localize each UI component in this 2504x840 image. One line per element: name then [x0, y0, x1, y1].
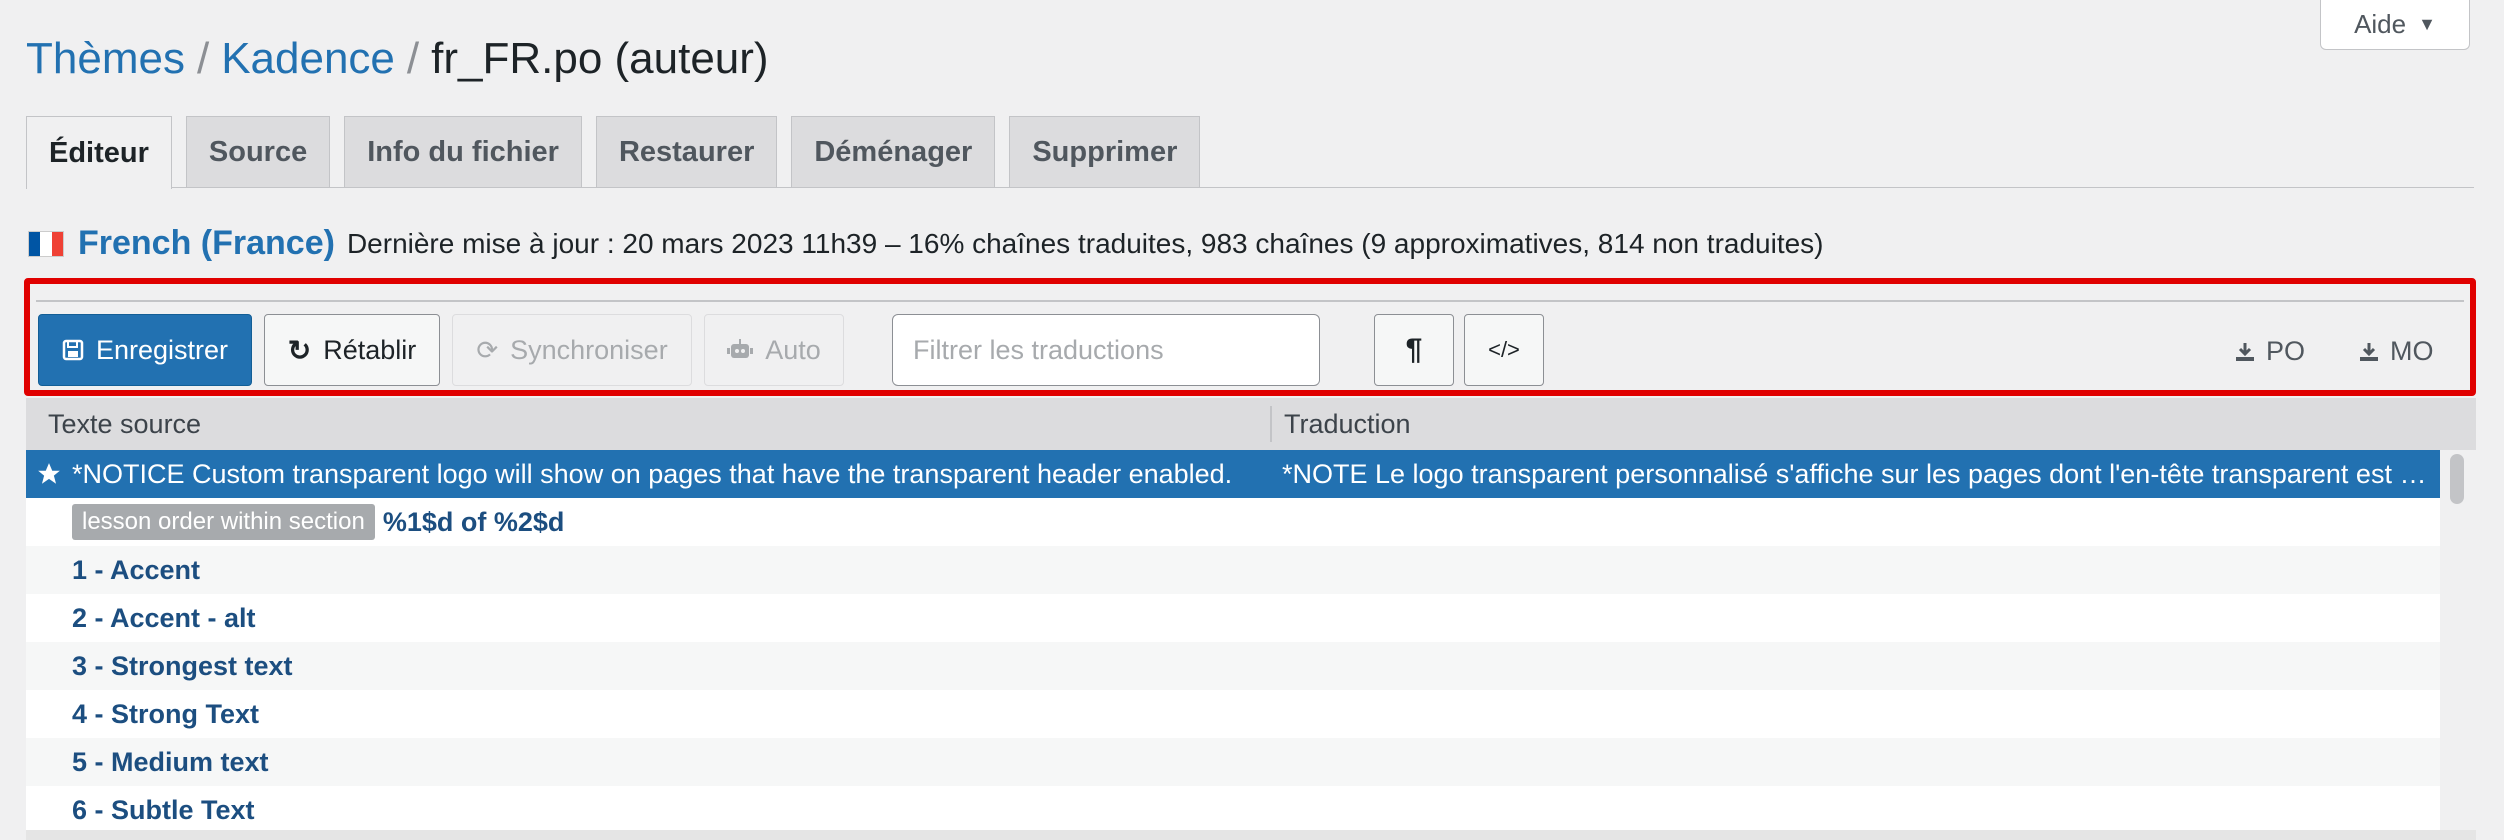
translation-grid: Texte source Traduction *NOTICE Custom t… [26, 398, 2476, 840]
table-row[interactable]: *NOTICE Custom transparent logo will sho… [26, 450, 2440, 498]
breadcrumb-separator: / [196, 34, 210, 83]
caret-down-icon: ▼ [2418, 14, 2436, 34]
download-icon [2236, 342, 2254, 361]
auto-label: Auto [765, 334, 821, 365]
save-button[interactable]: Enregistrer [38, 314, 252, 386]
locale-name[interactable]: French (France) [78, 224, 335, 263]
help-label: Aide [2354, 9, 2407, 39]
source-text: 5 - Medium text [72, 746, 269, 777]
source-text: 1 - Accent [72, 554, 201, 585]
auto-translate-button[interactable]: Auto [704, 314, 844, 386]
robot-icon [727, 339, 754, 358]
table-row[interactable]: 4 - Strong Text [26, 690, 2440, 738]
tab-delete[interactable]: Supprimer [1009, 116, 1201, 187]
locale-status: Dernière mise à jour : 20 mars 2023 11h3… [346, 227, 1824, 259]
breadcrumb-themes-link[interactable]: Thèmes [26, 34, 185, 84]
table-row[interactable]: lesson order within section %1$d of %2$d [26, 498, 2440, 546]
grid-scrollbar[interactable] [2440, 450, 2476, 840]
toggle-code-view-button[interactable]: </> [1464, 314, 1544, 386]
context-badge: lesson order within section [72, 504, 375, 540]
filter-input[interactable] [892, 314, 1320, 386]
grid-resize-bar[interactable] [26, 830, 2476, 840]
revert-button[interactable]: ↻ Rétablir [264, 314, 440, 386]
breadcrumb-kadence-link[interactable]: Kadence [221, 34, 395, 84]
table-row[interactable]: 5 - Medium text [26, 738, 2440, 786]
tab-file-info[interactable]: Info du fichier [344, 116, 582, 187]
tab-editor[interactable]: Éditeur [26, 116, 172, 189]
pilcrow-icon: ¶ [1405, 333, 1423, 366]
breadcrumb: Thèmes / Kadence / fr_FR.po (auteur) [26, 34, 769, 84]
table-row[interactable]: 3 - Strongest text [26, 642, 2440, 690]
column-resize-handle[interactable] [1270, 406, 1272, 442]
source-text: 4 - Strong Text [72, 698, 260, 729]
grid-header: Texte source Traduction [26, 398, 2476, 450]
source-text: 2 - Accent - alt [72, 602, 256, 633]
editor-toolbar: Enregistrer ↻ Rétablir ⟳ Synchroniser Au… [24, 278, 2476, 396]
save-label: Enregistrer [95, 334, 229, 365]
table-row[interactable]: 6 - Subtle Text [26, 786, 2440, 834]
source-text: *NOTICE Custom transparent logo will sho… [72, 458, 1233, 489]
translation-text: *NOTE Le logo transparent personnalisé s… [1282, 458, 2440, 489]
mo-label: MO [2390, 336, 2434, 366]
po-label: PO [2266, 336, 2306, 366]
revert-label: Rétablir [323, 334, 417, 365]
download-icon [2360, 342, 2378, 361]
code-icon: </> [1488, 337, 1520, 362]
tab-bar: Éditeur Source Info du fichier Restaurer… [26, 116, 1201, 189]
help-button[interactable]: Aide ▼ [2320, 0, 2470, 50]
source-column-header[interactable]: Texte source [26, 409, 1270, 440]
scrollbar-thumb[interactable] [2450, 454, 2464, 504]
source-text: %1$d of %2$d [382, 506, 565, 537]
table-row[interactable]: 2 - Accent - alt [26, 594, 2440, 642]
sync-label: Synchroniser [510, 334, 668, 365]
tab-source[interactable]: Source [185, 116, 331, 187]
translation-column-header[interactable]: Traduction [1284, 409, 1411, 440]
star-icon [26, 461, 72, 487]
download-po-button[interactable]: PO [2234, 336, 2305, 367]
save-icon [62, 339, 84, 361]
breadcrumb-separator: / [406, 34, 420, 83]
french-flag-icon [28, 230, 64, 257]
table-row[interactable]: 1 - Accent [26, 546, 2440, 594]
page-title: fr_FR.po (auteur) [431, 34, 769, 83]
download-mo-button[interactable]: MO [2358, 336, 2434, 367]
sync-icon: ⟳ [476, 334, 499, 365]
tab-restore[interactable]: Restaurer [595, 116, 778, 187]
tab-move[interactable]: Déménager [791, 116, 996, 187]
sync-button[interactable]: ⟳ Synchroniser [452, 314, 692, 386]
source-text: 3 - Strongest text [72, 650, 293, 681]
source-text: 6 - Subtle Text [72, 794, 255, 825]
toggle-invisibles-button[interactable]: ¶ [1374, 314, 1454, 386]
revert-icon: ↻ [287, 334, 312, 366]
locale-info: French (France) Dernière mise à jour : 2… [28, 224, 1824, 263]
toolbar-divider [36, 300, 2464, 302]
